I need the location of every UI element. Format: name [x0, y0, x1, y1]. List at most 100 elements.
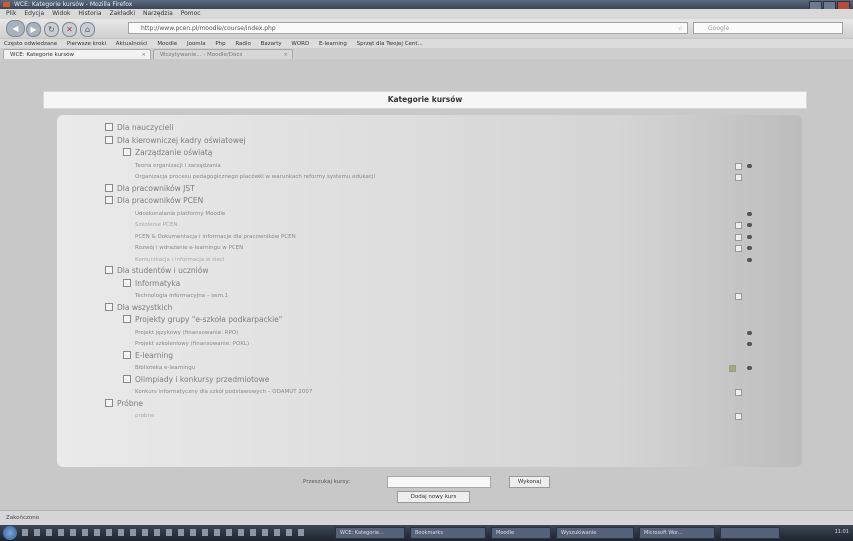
quick-launch-icon[interactable]: [142, 529, 148, 536]
quick-launch-icon[interactable]: [94, 529, 100, 536]
home-icon[interactable]: ⌂: [80, 22, 95, 37]
category-expand-icon[interactable]: [105, 183, 113, 192]
menu-history[interactable]: Historia: [78, 10, 101, 17]
quick-launch-icon[interactable]: [118, 529, 124, 536]
bookmark-item[interactable]: Aktualności: [116, 41, 148, 47]
category-link[interactable]: Projekty grupy "e-szkoła podkarpackie": [123, 315, 282, 324]
info-icon[interactable]: [735, 245, 742, 252]
quick-launch-icon[interactable]: [286, 529, 292, 536]
quick-launch-icon[interactable]: [70, 529, 76, 536]
visibility-eye-icon[interactable]: [747, 330, 752, 335]
visibility-eye-icon[interactable]: [747, 163, 752, 168]
quick-launch-icon[interactable]: [238, 529, 244, 536]
tab-inactive[interactable]: Wczytywanie... - Moodle/Docs ×: [153, 49, 293, 59]
bookmark-item[interactable]: WORD: [291, 41, 309, 47]
course-link[interactable]: Rozwój i wdrażanie e-learningu w PCEN: [135, 243, 243, 251]
quick-launch-icon[interactable]: [22, 529, 28, 536]
course-link[interactable]: Projekt językowy (finansowanie: RPO): [135, 328, 238, 336]
taskbar-task[interactable]: Wyszukiwanie: [556, 527, 634, 539]
info-icon[interactable]: [735, 233, 742, 241]
category-link[interactable]: Informatyka: [123, 278, 180, 288]
menu-tools[interactable]: Narzędzia: [143, 10, 173, 17]
quick-launch-icon[interactable]: [298, 529, 304, 536]
course-link[interactable]: Technologia informacyjna – sem.1: [135, 291, 228, 299]
category-expand-icon[interactable]: [105, 135, 113, 144]
quick-launch-icon[interactable]: [106, 529, 112, 536]
bookmark-item[interactable]: Radio: [235, 41, 250, 47]
category-link[interactable]: Dla pracowników JST: [105, 183, 195, 193]
visibility-eye-icon[interactable]: [747, 342, 752, 346]
taskbar-task[interactable]: WCE: Kategorie...: [335, 527, 405, 539]
category-link[interactable]: Dla wszystkich: [105, 302, 172, 312]
back-icon[interactable]: ◀: [6, 20, 25, 37]
course-link[interactable]: Udoskonalanie platformy Moodle: [135, 209, 225, 217]
course-link[interactable]: Konkurs informatyczny dla szkół podstawo…: [135, 387, 312, 395]
visibility-eye-icon[interactable]: [747, 234, 752, 239]
category-expand-icon[interactable]: [123, 315, 131, 323]
quick-launch-icon[interactable]: [214, 529, 220, 536]
category-link[interactable]: Dla kierowniczej kadry oświatowej: [105, 135, 246, 145]
category-link[interactable]: Olimpiady i konkursy przedmiotowe: [123, 374, 269, 384]
forward-icon[interactable]: ▶: [26, 22, 41, 37]
quick-launch-icon[interactable]: [262, 529, 268, 536]
category-expand-icon[interactable]: [105, 398, 113, 407]
course-link[interactable]: probne: [135, 411, 154, 419]
bookmark-item[interactable]: Sprzęt dla Twojej Cent...: [357, 41, 423, 47]
quick-launch-icon[interactable]: [226, 529, 232, 536]
category-expand-icon[interactable]: [105, 266, 113, 274]
bookmark-item[interactable]: E-learning: [319, 41, 347, 47]
category-expand-icon[interactable]: [123, 278, 131, 287]
stop-icon[interactable]: ✕: [62, 22, 77, 37]
info-icon[interactable]: [735, 174, 742, 181]
course-link[interactable]: Projekt szkoleniowy (finansowanie: POKL): [135, 339, 249, 347]
category-link[interactable]: Zarządzanie oświatą: [123, 148, 212, 157]
course-link[interactable]: Szkolenie PCEN: [135, 220, 178, 228]
bookmark-item[interactable]: Moodle: [157, 41, 177, 47]
category-expand-icon[interactable]: [123, 350, 131, 359]
edit-icon[interactable]: [729, 365, 736, 372]
visibility-eye-icon[interactable]: [747, 257, 752, 262]
visibility-eye-icon[interactable]: [747, 223, 752, 227]
menu-file[interactable]: Plik: [6, 10, 16, 17]
category-link[interactable]: Dla pracowników PCEN: [105, 196, 203, 205]
course-search-input[interactable]: [387, 476, 491, 488]
category-link[interactable]: E-learning: [123, 350, 173, 360]
taskbar-task[interactable]: Microsoft Wor...: [639, 527, 715, 539]
menu-bookmarks[interactable]: Zakładki: [109, 10, 135, 17]
info-icon[interactable]: [735, 293, 742, 300]
quick-launch-icon[interactable]: [202, 529, 208, 536]
course-link[interactable]: PCEN & Dokumentacja i informacje dla pra…: [135, 232, 296, 240]
quick-launch-icon[interactable]: [250, 529, 256, 536]
category-expand-icon[interactable]: [123, 148, 131, 156]
category-expand-icon[interactable]: [105, 196, 113, 204]
bookmark-item[interactable]: Bazarty: [261, 41, 282, 47]
taskbar-task[interactable]: [720, 527, 780, 539]
course-link[interactable]: Komunikacja i informacja w sieci: [135, 255, 224, 263]
taskbar-task[interactable]: Moodle: [491, 527, 551, 539]
quick-launch-icon[interactable]: [82, 529, 88, 536]
quick-launch-icon[interactable]: [154, 529, 160, 536]
quick-launch-icon[interactable]: [58, 529, 64, 536]
info-icon[interactable]: [735, 413, 742, 420]
menu-edit[interactable]: Edycja: [24, 10, 44, 17]
bookmark-item[interactable]: Php: [215, 41, 225, 47]
category-link[interactable]: Dla studentów i uczniów: [105, 266, 208, 275]
info-icon[interactable]: [735, 389, 742, 396]
address-bar[interactable]: http://www.pcen.pl/moodle/course/index.p…: [128, 22, 688, 34]
visibility-eye-icon[interactable]: [747, 211, 752, 216]
course-link[interactable]: Teoria organizacji i zarządzania: [135, 161, 221, 169]
category-expand-icon[interactable]: [105, 123, 113, 131]
visibility-eye-icon[interactable]: [747, 246, 752, 250]
bookmark-item[interactable]: Joomla: [187, 41, 206, 47]
add-course-button[interactable]: Dodaj nowy kurs: [397, 491, 470, 503]
category-expand-icon[interactable]: [123, 374, 131, 383]
bookmark-item[interactable]: Pierwsze kroki: [67, 41, 106, 47]
menu-help[interactable]: Pomoc: [181, 10, 201, 17]
tab-active[interactable]: WCE: Kategorie kursów ×: [3, 49, 151, 59]
info-icon[interactable]: [735, 162, 742, 170]
quick-launch-icon[interactable]: [166, 529, 172, 536]
quick-launch-icon[interactable]: [46, 529, 52, 536]
category-link[interactable]: Dla nauczycieli: [105, 123, 173, 132]
start-button[interactable]: [3, 526, 17, 540]
info-icon[interactable]: [735, 222, 742, 229]
